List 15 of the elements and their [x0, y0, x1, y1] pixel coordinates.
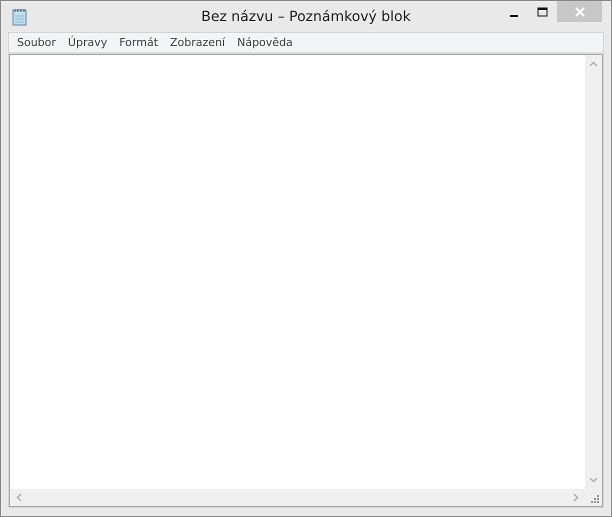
scroll-right-icon — [573, 493, 579, 502]
resize-grip-icon[interactable] — [591, 495, 599, 503]
window-title: Bez názvu – Poznámkový blok — [201, 8, 411, 24]
scroll-down-icon — [589, 477, 598, 483]
menu-item[interactable]: Soubor — [11, 33, 62, 52]
menu-item[interactable]: Úpravy — [62, 33, 114, 52]
menu-item[interactable]: Nápověda — [231, 33, 299, 52]
notepad-icon — [12, 8, 28, 26]
close-icon — [574, 6, 584, 16]
scroll-up-icon — [589, 61, 598, 67]
minimize-icon — [510, 14, 518, 16]
maximize-icon — [537, 6, 548, 16]
menu-item[interactable]: Zobrazení — [164, 33, 232, 52]
menu-item[interactable]: Formát — [113, 33, 164, 52]
scroll-left-icon — [16, 493, 22, 502]
